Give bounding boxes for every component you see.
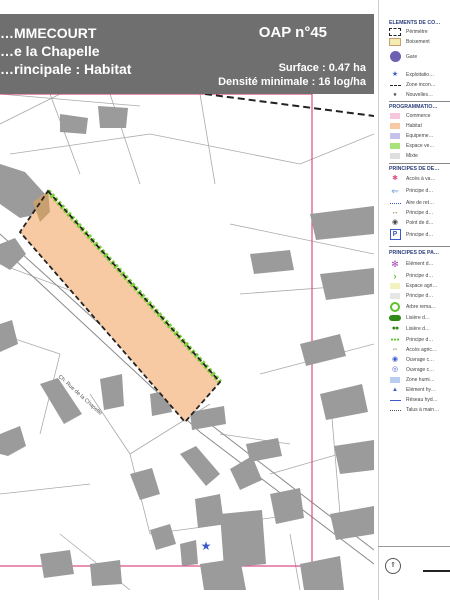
- legend-item-ouvrage-2: ◎ Ouvrage c…: [389, 365, 450, 375]
- purple-swatch-icon: [389, 132, 401, 140]
- legend-footer-rule: [378, 546, 450, 547]
- green-ring-icon: [389, 302, 401, 312]
- double-arrow-icon: ⇔: [391, 346, 399, 353]
- site-stats: Surface : 0.47 ha Densité minimale : 16 …: [218, 61, 366, 89]
- green-swatch-icon: [389, 142, 401, 150]
- legend-item-aire: Aire de ret…: [389, 198, 450, 208]
- legend-item-lisiere-1: Lisière d…: [389, 313, 450, 323]
- legend-item-nouvelles: ★ Nouvelles…: [389, 90, 450, 100]
- legend-item-talus: Talus à main…: [389, 405, 450, 415]
- green-hedge-icon: [389, 314, 401, 322]
- legend-item-espace-vert: Espace ve…: [389, 141, 450, 151]
- woodland-swatch-icon: [389, 38, 401, 46]
- density-value: Densité minimale : 16 log/ha: [218, 76, 366, 88]
- legend-item-gare: Gare: [389, 50, 450, 64]
- blue-arrow-icon: ⇐: [391, 186, 399, 196]
- legend-item-exploitation: ★ Exploitatio…: [389, 70, 450, 80]
- small-star-icon: ★: [392, 92, 398, 98]
- oap-number: OAP n°45: [258, 24, 327, 41]
- point-icon: ◉: [391, 219, 399, 226]
- brown-dashed-arrow-icon: ↔: [391, 209, 399, 216]
- blue-triangle-icon: ▲: [392, 387, 398, 393]
- legend-section-desserte: PRINCIPES DE DE…: [389, 166, 440, 172]
- train-station-icon: [389, 50, 401, 62]
- green-chevron-icon: ›: [393, 271, 397, 281]
- legend-section-paysage: PRINCIPES DE PA…: [389, 250, 440, 256]
- legend-item-acces-agricole: ⇔ Accès agric…: [389, 345, 450, 355]
- legend-item-commerce: Commerce: [389, 111, 450, 121]
- legend-item-principe-5: ●●● Principe d…: [390, 337, 434, 343]
- legend-section-elements: ELEMENTS DE CO…: [389, 20, 441, 26]
- scale-bar: [423, 570, 450, 572]
- grey-swatch-icon: [389, 152, 401, 160]
- legend-item-lisiere-2: ●● Lisière d…: [389, 324, 450, 334]
- purple-flower-icon: ✻: [391, 259, 399, 269]
- zone-boundary-dashed: [204, 94, 374, 117]
- surface-value: Surface : 0.47 ha: [278, 62, 366, 74]
- legend-item-boisement: Boisement: [389, 37, 450, 47]
- legend-item-parking: P Principe d…: [389, 228, 450, 241]
- legend-divider: [389, 101, 450, 102]
- legend-item-arbre: Arbre rema…: [389, 302, 450, 312]
- legend-item-point: ◉ Point de d…: [389, 218, 450, 228]
- access-star-icon: ★: [201, 539, 212, 553]
- blue-ring-icon: ◎: [391, 366, 399, 373]
- parking-icon: P: [389, 228, 401, 240]
- legend-divider: [389, 163, 450, 164]
- legend-item-zone-humide: Zone humi…: [389, 375, 450, 385]
- blue-line-icon: [389, 396, 401, 404]
- legend-item-espace-agricole: Espace agri…: [389, 281, 450, 291]
- legend-section-programmation: PROGRAMMATIO…: [389, 104, 438, 110]
- double-green-circle-icon: ●●: [391, 325, 399, 332]
- legend-item-principe-3: › Principe d…: [389, 271, 450, 281]
- title-banner: …MMECOURT …e la Chapelle …rincipale : Ha…: [0, 14, 374, 94]
- dashed-line-icon: [389, 81, 401, 89]
- title-block: …MMECOURT …e la Chapelle …rincipale : Ha…: [0, 24, 131, 78]
- vocation-label: …rincipale : Habitat: [0, 61, 132, 77]
- legend-item-principe-1: ⇐ Principe d…: [389, 186, 450, 196]
- legend-item-habitat: Habitat: [389, 121, 450, 131]
- dashed-rect-icon: [389, 28, 401, 36]
- blue-circle-icon: ◉: [391, 356, 399, 363]
- blue-star-icon: ★: [391, 71, 399, 78]
- legend-item-zone: Zone incon…: [389, 80, 450, 90]
- dotted-grey-icon: [389, 406, 401, 414]
- blue-swatch-icon: [389, 376, 401, 384]
- green-dots-icon: ●●●: [390, 337, 400, 343]
- commune-name: …MMECOURT: [0, 25, 97, 41]
- orange-swatch-icon: [389, 122, 401, 130]
- legend-item-element: ✻ Elément d…: [389, 259, 450, 269]
- light-grey-swatch-icon: [389, 292, 401, 300]
- site-name: …e la Chapelle: [0, 43, 100, 59]
- map-legend: ELEMENTS DE CO… Périmètre Boisement Gare…: [378, 0, 450, 600]
- legend-item-element-hydro: ▲ Elément hy…: [389, 385, 450, 395]
- legend-divider: [389, 246, 450, 247]
- pink-swatch-icon: [389, 112, 401, 120]
- legend-item-ouvrage-1: ◉ Ouvrage c…: [389, 355, 450, 365]
- legend-item-perimetre: Périmètre: [389, 27, 450, 37]
- legend-item-reseau: Réseau hyd…: [389, 395, 450, 405]
- yellow-swatch-icon: [389, 282, 401, 290]
- red-star-icon: ✱: [392, 175, 398, 182]
- north-arrow-icon: ⇑: [385, 558, 401, 574]
- legend-item-equipement: Equipeme…: [389, 131, 450, 141]
- map-drawing: ★ Ch. Rue de la Chapelle: [0, 94, 374, 590]
- legend-item-mixte: Mixte: [389, 151, 450, 161]
- legend-item-acces: ✱ Accès à va…: [389, 174, 450, 184]
- dotted-line-icon: [389, 199, 401, 207]
- map-canvas[interactable]: ★ Ch. Rue de la Chapelle: [0, 94, 374, 590]
- legend-item-principe-2: ↔ Principe d…: [389, 208, 450, 218]
- legend-item-principe-4: Principe d…: [389, 291, 450, 301]
